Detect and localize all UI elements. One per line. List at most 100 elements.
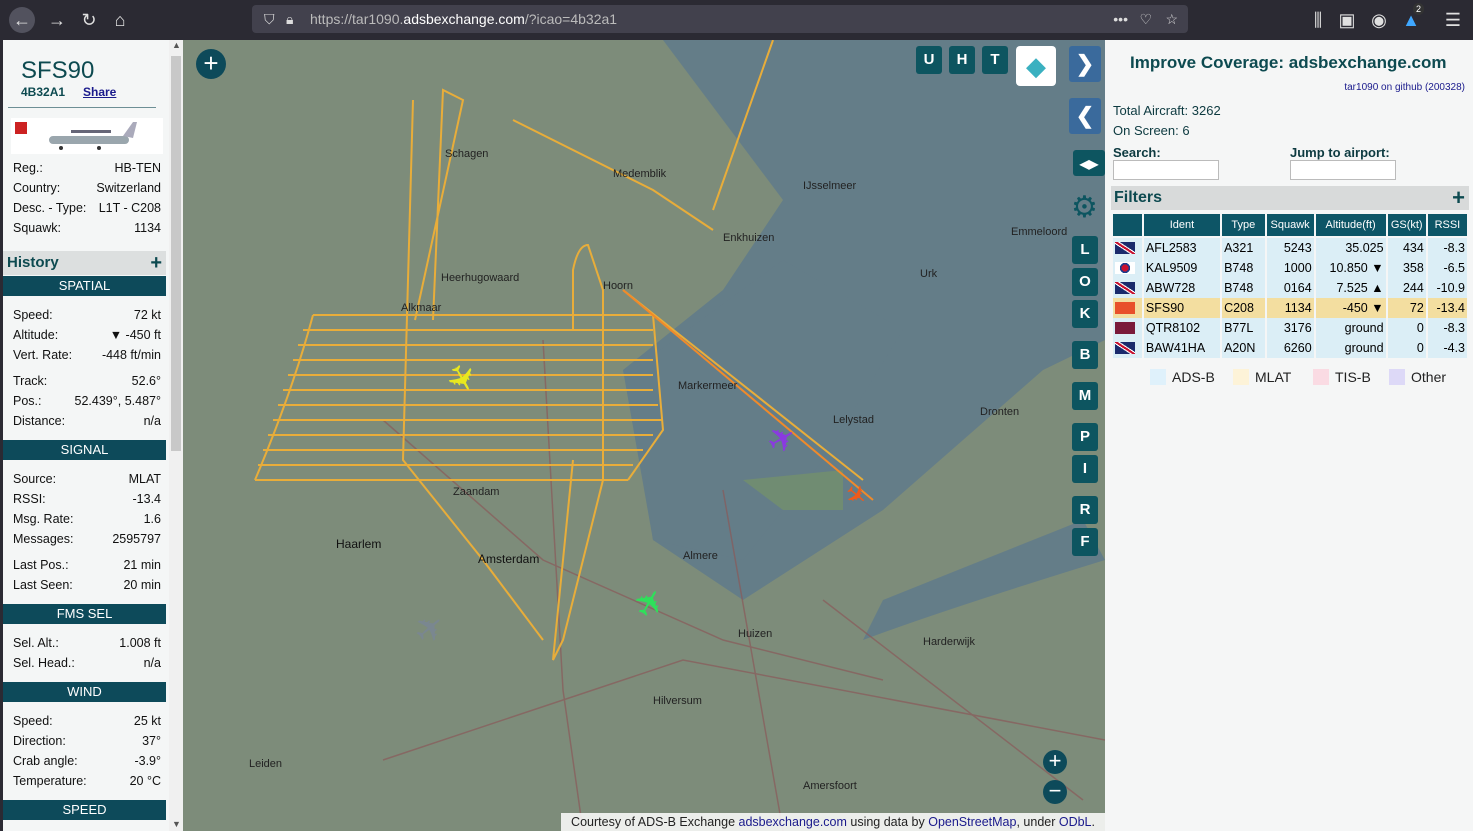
detail-label: Country: [13, 181, 61, 195]
filters-header[interactable]: Filters + [1111, 186, 1469, 210]
scroll-up-icon[interactable]: ▲ [172, 40, 181, 50]
column-header[interactable]: GS(kt) [1387, 214, 1426, 238]
layers-button[interactable]: ◆ [1016, 46, 1056, 86]
add-plus-button[interactable]: + [196, 49, 226, 79]
spatial-row: Speed: 72 kt [13, 308, 161, 322]
zoom-in-button[interactable]: + [1043, 750, 1067, 774]
wind-section-header: WIND [3, 682, 166, 702]
library-icon[interactable]: ⫼ [1305, 7, 1331, 33]
scrollbar-thumb[interactable] [171, 56, 181, 451]
map-button-l[interactable]: L [1072, 236, 1098, 264]
flag-cell [1113, 278, 1142, 298]
signal-value: 1.6 [143, 512, 161, 526]
aircraft-photo[interactable] [11, 118, 163, 154]
aircraft-row[interactable]: SFS90 C208 1134 -450 ▼ 72 -13.4 [1113, 298, 1467, 318]
account-icon[interactable]: ◉ [1366, 7, 1392, 33]
settings-gear-icon[interactable]: ⚙ [1071, 190, 1098, 225]
squawk-cell: 0164 [1266, 278, 1314, 298]
detail-row: Reg.: HB-TEN [13, 161, 161, 175]
map-button-r[interactable]: R [1072, 496, 1098, 524]
map-button-f[interactable]: F [1072, 528, 1098, 556]
github-link[interactable]: tar1090 on github (200328) [1344, 82, 1465, 93]
alt-cell: 7.525 ▲ [1315, 278, 1386, 298]
menu-icon[interactable]: ☰ [1440, 7, 1466, 33]
gs-cell: 358 [1387, 258, 1426, 278]
collapse-panel-button[interactable]: ❮ [1069, 98, 1101, 134]
map-place-label: Amsterdam [478, 552, 540, 566]
pocket-icon[interactable]: ♡ [1139, 5, 1152, 33]
map-button-t[interactable]: T [982, 46, 1008, 74]
airport-label: Jump to airport: [1290, 145, 1390, 160]
map-button-h[interactable]: H [949, 46, 975, 74]
fms-value: 1.008 ft [119, 636, 161, 650]
spatial-label: Speed: [13, 308, 53, 322]
more-icon[interactable]: ••• [1113, 5, 1128, 33]
column-header[interactable]: Type [1222, 214, 1265, 238]
url-bar[interactable]: https://tar1090.adsbexchange.com/?icao=4… [252, 5, 1188, 33]
forward-button[interactable]: → [44, 7, 70, 33]
filters-label: Filters [1114, 189, 1163, 206]
expand-plus-icon[interactable]: + [1452, 186, 1465, 210]
history-header[interactable]: History + [3, 251, 166, 275]
on-screen-count: On Screen: 6 [1113, 123, 1190, 138]
extension-icon[interactable]: ▲ 2 [1398, 3, 1424, 33]
aircraft-row[interactable]: BAW41HA A20N 6260 ground 0 -4.3 [1113, 338, 1467, 358]
squawk-cell: 1000 [1266, 258, 1314, 278]
map-view[interactable]: Schagen Medemblik IJsselmeer Enkhuizen Alkma… [183, 40, 1105, 831]
wind-row: Direction: 37° [13, 734, 161, 748]
map-button-i[interactable]: I [1072, 455, 1098, 483]
map-button-b[interactable]: B [1072, 341, 1098, 369]
expand-plus-icon[interactable]: + [150, 251, 162, 275]
column-header[interactable]: Squawk [1266, 214, 1314, 238]
adsbexchange-link[interactable]: adsbexchange.com [1289, 53, 1447, 72]
legend-swatch [1389, 369, 1405, 385]
gs-cell: 72 [1387, 298, 1426, 318]
attr-odbl-link[interactable]: ODbL [1059, 815, 1092, 829]
signal-label: Source: [13, 472, 57, 486]
column-header[interactable]: Ident [1143, 214, 1221, 238]
attr-adsbx-link[interactable]: adsbexchange.com [739, 815, 847, 829]
home-button[interactable]: ⌂ [107, 7, 133, 33]
aircraft-row[interactable]: QTR8102 B77L 3176 ground 0 -8.3 [1113, 318, 1467, 338]
airport-input[interactable] [1290, 160, 1396, 180]
legend-item: MLAT [1233, 369, 1291, 385]
map-place-label: Heerhugowaard [441, 272, 520, 284]
signal-row: Last Pos.: 21 min [13, 558, 161, 572]
scrollbar[interactable]: ▲ ▼ [169, 40, 183, 831]
spatial-section-header: SPATIAL [3, 276, 166, 296]
wind-row: Temperature: 20 °C [13, 774, 161, 788]
column-header[interactable] [1113, 214, 1142, 238]
column-header[interactable]: Altitude(ft) [1315, 214, 1386, 238]
column-header[interactable]: RSSI [1427, 214, 1467, 238]
scroll-down-icon[interactable]: ▼ [172, 819, 181, 829]
share-link[interactable]: Share [83, 85, 116, 99]
map-place-label: Lelystad [833, 414, 874, 426]
aircraft-row[interactable]: AFL2583 A321 5243 35.025 434 -8.3 [1113, 238, 1467, 258]
map-button-o[interactable]: O [1072, 268, 1098, 296]
map-button-m[interactable]: M [1072, 382, 1098, 410]
spatial-label: Track: [13, 374, 48, 388]
wind-row: Crab angle: -3.9° [13, 754, 161, 768]
attr-osm-link[interactable]: OpenStreetMap [928, 815, 1016, 829]
toggle-width-button[interactable]: ◀▶ [1073, 150, 1105, 176]
back-button[interactable]: ← [9, 7, 35, 33]
search-input[interactable] [1113, 160, 1219, 180]
total-aircraft: Total Aircraft: 3262 [1113, 103, 1221, 118]
wind-value: 37° [142, 734, 161, 748]
reload-button[interactable]: ↻ [76, 7, 102, 33]
legend-label: MLAT [1255, 369, 1292, 385]
map-button-k[interactable]: K [1072, 300, 1098, 328]
spatial-label: Vert. Rate: [13, 348, 73, 362]
expand-panel-button[interactable]: ❯ [1069, 46, 1101, 82]
map-button-p[interactable]: P [1072, 423, 1098, 451]
signal-row: Last Seen: 20 min [13, 578, 161, 592]
map-place-label: Haarlem [336, 537, 382, 551]
map-button-u[interactable]: U [916, 46, 942, 74]
bookmark-star-icon[interactable]: ☆ [1165, 5, 1178, 33]
shield-icon[interactable]: ⛉ [264, 5, 275, 33]
sidebar-icon[interactable]: ▣ [1334, 7, 1360, 33]
aircraft-row[interactable]: KAL9509 B748 1000 10.850 ▼ 358 -6.5 [1113, 258, 1467, 278]
aircraft-row[interactable]: ABW728 B748 0164 7.525 ▲ 244 -10.9 [1113, 278, 1467, 298]
zoom-out-button[interactable]: − [1043, 780, 1067, 804]
detail-value: HB-TEN [114, 161, 161, 175]
